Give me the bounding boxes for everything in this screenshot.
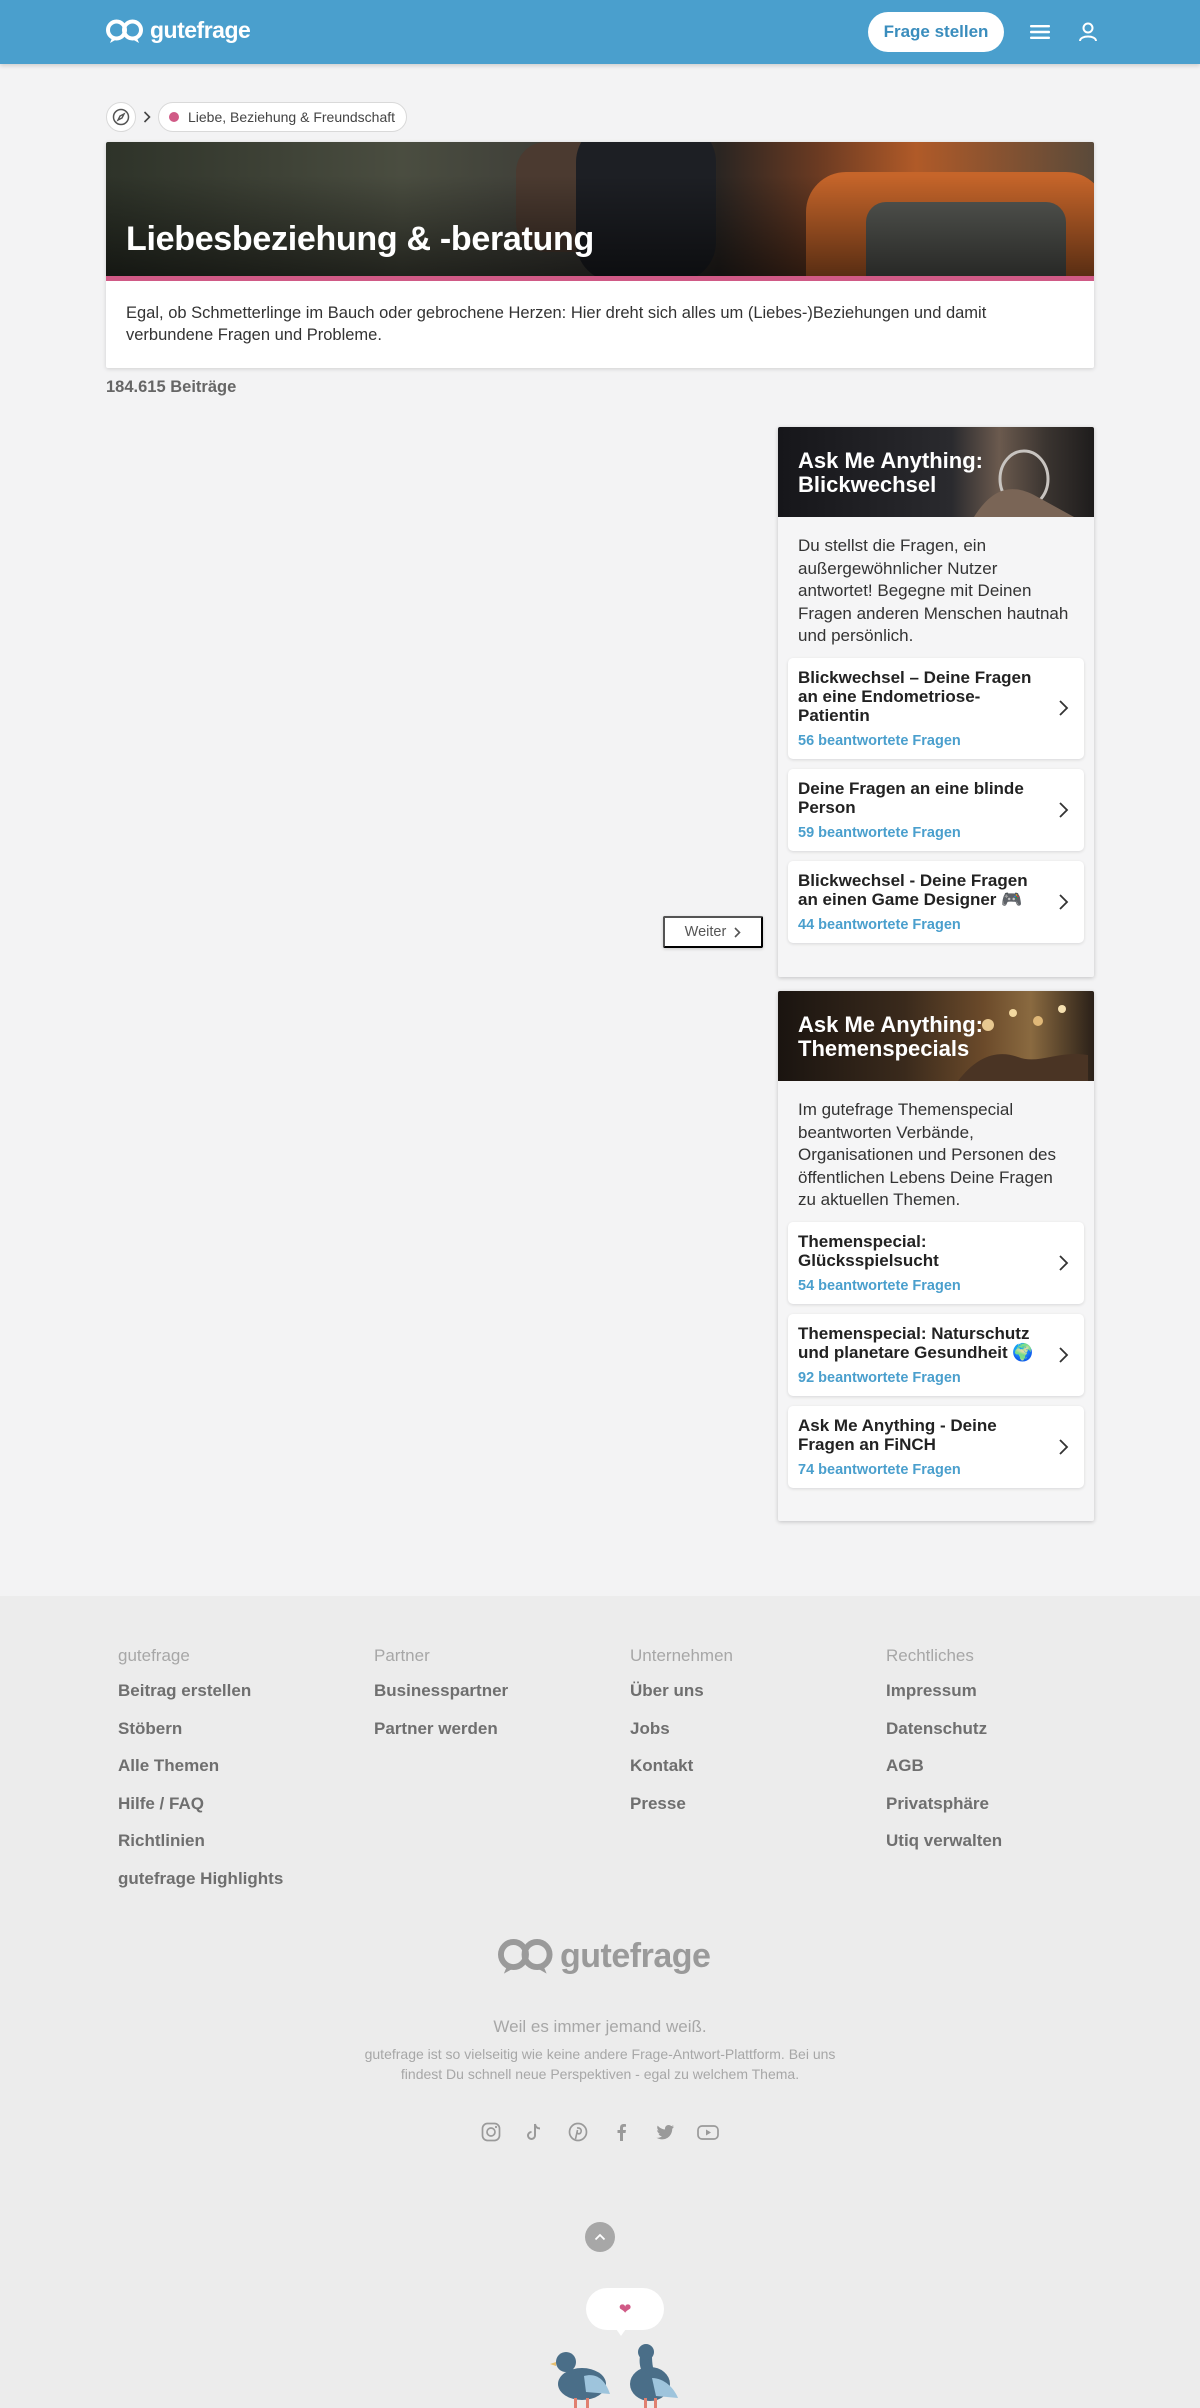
ama-item[interactable]: Blickwechsel – Deine Fragen an eine Endo… bbox=[788, 657, 1084, 759]
speech-bubble: ❤ bbox=[586, 2288, 664, 2330]
page-title: Liebesbeziehung & -beratung bbox=[126, 220, 594, 258]
compass-icon bbox=[112, 108, 130, 126]
footer-column-gutefrage: gutefrage Beitrag erstellen Stöbern Alle… bbox=[118, 1646, 283, 1906]
footer-link[interactable]: Alle Themen bbox=[118, 1756, 283, 1794]
footer-heading: Partner bbox=[374, 1646, 430, 1665]
footer-heading: Unternehmen bbox=[630, 1646, 734, 1665]
ama-item-title: Ask Me Anything - Deine Fragen an FiNCH bbox=[798, 1415, 997, 1454]
ama-themenspecials-title: Ask Me Anything: Themenspecials bbox=[798, 1012, 983, 1061]
category-color-dot bbox=[169, 112, 179, 122]
footer-link[interactable]: Jobs bbox=[630, 1719, 733, 1757]
facebook-icon[interactable] bbox=[609, 2120, 633, 2144]
ama-item[interactable]: Themenspecial: Naturschutz und planetare… bbox=[788, 1313, 1084, 1396]
footer-link[interactable]: Richtlinien bbox=[118, 1831, 283, 1869]
footer-link[interactable]: Über uns bbox=[630, 1681, 733, 1719]
menu-icon[interactable] bbox=[1028, 20, 1052, 44]
footer-heading: gutefrage bbox=[118, 1646, 190, 1665]
gutefrage-logo[interactable]: gutefrage bbox=[106, 17, 251, 44]
site-footer: gutefrage Beitrag erstellen Stöbern Alle… bbox=[0, 1596, 1200, 2408]
logo-mark-icon bbox=[106, 18, 144, 44]
footer-link[interactable]: Hilfe / FAQ bbox=[118, 1794, 283, 1832]
ama-item-count: 74 beantwortete Fragen bbox=[798, 1461, 961, 1478]
ama-themenspecials-description: Im gutefrage Themenspecial beantworten V… bbox=[798, 1100, 1057, 1209]
footer-heading: Rechtliches bbox=[886, 1646, 974, 1665]
explore-compass-button[interactable] bbox=[106, 102, 136, 132]
topic-header-card: Liebesbeziehung & -beratung Egal, ob Sch… bbox=[106, 142, 1094, 368]
ama-item-title: Themenspecial: Naturschutz und planetare… bbox=[798, 1323, 1034, 1362]
back-to-top-button[interactable] bbox=[585, 2222, 615, 2252]
breadcrumb-chevron-right-icon bbox=[140, 109, 154, 125]
ama-item[interactable]: Themenspecial: Glücksspielsucht 54 beant… bbox=[788, 1221, 1084, 1304]
user-icon[interactable] bbox=[1076, 20, 1100, 44]
pigeons-illustration bbox=[550, 2344, 678, 2408]
breadcrumb-category-label: Liebe, Beziehung & Freundschaft bbox=[188, 109, 396, 125]
ama-item-title: Blickwechsel – Deine Fragen an eine Endo… bbox=[798, 667, 1032, 725]
ama-item[interactable]: Blickwechsel - Deine Fragen an einen Gam… bbox=[788, 860, 1084, 943]
footer-link[interactable]: Stöbern bbox=[118, 1719, 283, 1757]
footer-link[interactable]: Impressum bbox=[886, 1681, 1002, 1719]
logo-text: gutefrage bbox=[150, 17, 251, 43]
breadcrumb-category-link[interactable]: Liebe, Beziehung & Freundschaft bbox=[158, 102, 408, 132]
ama-item-count: 44 beantwortete Fragen bbox=[798, 916, 961, 933]
ama-blickwechsel-header[interactable]: Ask Me Anything: Blickwechsel bbox=[778, 427, 1094, 517]
tiktok-icon[interactable] bbox=[522, 2120, 546, 2144]
ask-question-button[interactable]: Frage stellen bbox=[868, 12, 1004, 52]
ama-item[interactable]: Ask Me Anything - Deine Fragen an FiNCH … bbox=[788, 1405, 1084, 1488]
footer-link[interactable]: Presse bbox=[630, 1794, 733, 1832]
footer-column-partner: Partner Businesspartner Partner werden bbox=[374, 1646, 508, 1756]
footer-link[interactable]: Beitrag erstellen bbox=[118, 1681, 283, 1719]
post-count: 184.615 Beiträge bbox=[106, 378, 237, 396]
footer-subline: gutefrage ist so vielseitig wie keine an… bbox=[364, 2046, 836, 2082]
top-navigation-bar: gutefrage Frage stellen bbox=[0, 0, 1200, 64]
ama-item-count: 92 beantwortete Fragen bbox=[798, 1369, 961, 1386]
ama-item-count: 59 beantwortete Fragen bbox=[798, 824, 961, 841]
footer-logo-text: gutefrage bbox=[560, 1936, 711, 1975]
chevron-right-icon bbox=[1059, 700, 1069, 716]
footer-column-rechtliches: Rechtliches Impressum Datenschutz AGB Pr… bbox=[886, 1646, 1002, 1869]
next-page-label: Weiter bbox=[684, 924, 727, 940]
footer-link[interactable]: gutefrage Highlights bbox=[118, 1869, 283, 1907]
pinterest-icon[interactable] bbox=[566, 2120, 590, 2144]
topic-description: Egal, ob Schmetterlinge im Bauch oder ge… bbox=[126, 304, 987, 344]
ama-item-count: 56 beantwortete Fragen bbox=[798, 732, 961, 749]
ama-blickwechsel-card: Ask Me Anything: Blickwechsel Du stellst… bbox=[778, 427, 1094, 977]
chevron-right-icon bbox=[1059, 801, 1069, 818]
footer-link[interactable]: Businesspartner bbox=[374, 1681, 508, 1719]
footer-link[interactable]: Datenschutz bbox=[886, 1719, 1002, 1757]
ama-item-count: 54 beantwortete Fragen bbox=[798, 1277, 961, 1294]
chevron-up-icon bbox=[594, 2233, 606, 2241]
chevron-right-icon bbox=[1059, 1346, 1069, 1363]
twitter-icon[interactable] bbox=[653, 2120, 677, 2144]
chevron-right-icon bbox=[1059, 1438, 1069, 1455]
footer-column-unternehmen: Unternehmen Über uns Jobs Kontakt Presse bbox=[630, 1646, 733, 1831]
instagram-icon[interactable] bbox=[479, 2120, 503, 2144]
footer-link[interactable]: Kontakt bbox=[630, 1756, 733, 1794]
footer-tagline: Weil es immer jemand weiß. bbox=[493, 2017, 707, 2036]
next-page-button[interactable]: Weiter bbox=[663, 916, 763, 948]
ama-blickwechsel-description: Du stellst die Fragen, ein außergewöhnli… bbox=[798, 536, 1069, 645]
ama-item[interactable]: Deine Fragen an eine blinde Person 59 be… bbox=[788, 768, 1084, 851]
chevron-right-icon bbox=[1059, 1254, 1069, 1271]
ama-item-title: Themenspecial: Glücksspielsucht bbox=[798, 1231, 939, 1270]
category-accent-line bbox=[106, 276, 1094, 281]
chevron-right-icon bbox=[734, 926, 741, 938]
footer-logo[interactable]: gutefrage bbox=[498, 1936, 711, 1976]
footer-link[interactable]: Partner werden bbox=[374, 1719, 508, 1757]
footer-link[interactable]: Privatsphäre bbox=[886, 1794, 1002, 1832]
heart-icon: ❤ bbox=[618, 2301, 632, 2318]
ama-item-title: Blickwechsel - Deine Fragen an einen Gam… bbox=[798, 870, 1028, 909]
footer-link[interactable]: AGB bbox=[886, 1756, 1002, 1794]
ama-themenspecials-card: Ask Me Anything: Themenspecials Im gutef… bbox=[778, 991, 1094, 1521]
logo-mark-icon bbox=[498, 1936, 554, 1976]
ama-item-title: Deine Fragen an eine blinde Person bbox=[798, 778, 1024, 817]
ama-themenspecials-header[interactable]: Ask Me Anything: Themenspecials bbox=[778, 991, 1094, 1081]
footer-link[interactable]: Utiq verwalten bbox=[886, 1831, 1002, 1869]
ama-blickwechsel-title: Ask Me Anything: Blickwechsel bbox=[798, 448, 983, 497]
chevron-right-icon bbox=[1059, 893, 1069, 910]
youtube-icon[interactable] bbox=[696, 2120, 720, 2144]
